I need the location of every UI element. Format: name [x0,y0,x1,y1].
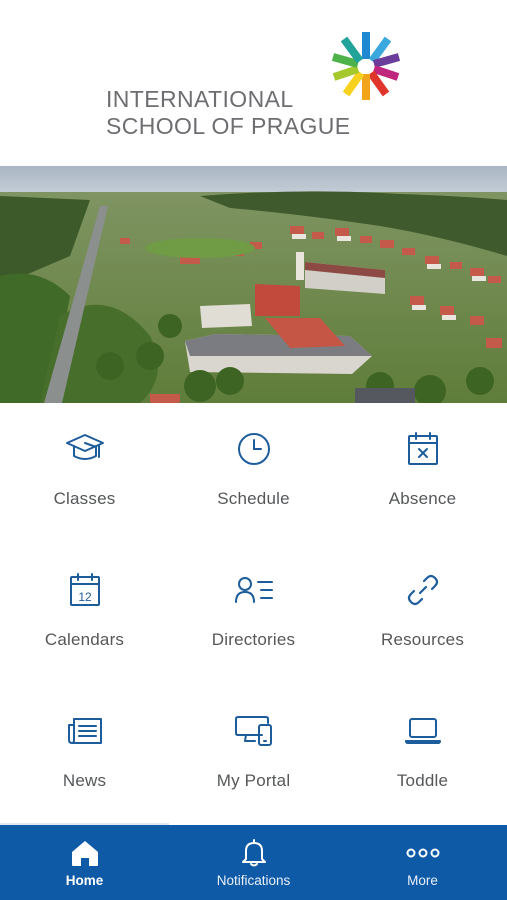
menu-my-portal-label: My Portal [216,771,291,790]
app-screen: INTERNATIONAL SCHOOL OF PRAGUE Classes S… [0,0,507,900]
nav-home-label: Home [65,873,104,888]
link-icon [403,570,443,610]
menu-schedule-label: Schedule [217,489,290,508]
newspaper-icon [65,711,105,751]
nav-more[interactable]: More [338,825,507,900]
menu-toddle-label: Toddle [396,771,449,790]
calendar-12-icon: 12 [65,570,105,610]
laptop-icon [403,711,443,751]
logo-line-1: INTERNATIONAL [106,86,294,112]
menu-calendars-label: Calendars [44,630,125,649]
menu-toddle[interactable]: Toddle [338,685,507,825]
menu-resources[interactable]: Resources [338,544,507,684]
menu-absence[interactable]: Absence [338,403,507,543]
home-icon [70,838,100,868]
clock-icon [234,429,274,469]
menu-calendars[interactable]: 12 Calendars [0,544,169,684]
menu-schedule[interactable]: Schedule [169,403,338,543]
campus-aerial-image [0,166,507,403]
svg-text:12: 12 [78,590,92,604]
nav-home[interactable]: Home [0,825,169,900]
person-list-icon [234,570,274,610]
graduation-cap-icon [65,429,105,469]
school-logo-star-icon [331,32,401,100]
menu-grid: Classes Schedule Absence 12 Calendars Di… [0,403,507,825]
menu-news-label: News [62,771,107,790]
menu-resources-label: Resources [380,630,465,649]
menu-my-portal[interactable]: My Portal [169,685,338,825]
bell-icon [240,838,268,868]
menu-classes[interactable]: Classes [0,403,169,543]
school-logo-text: INTERNATIONAL SCHOOL OF PRAGUE [106,86,351,140]
nav-notifications[interactable]: Notifications [169,825,338,900]
menu-directories[interactable]: Directories [169,544,338,684]
menu-absence-label: Absence [388,489,457,508]
bottom-navigation: Home Notifications More [0,825,507,900]
nav-more-label: More [407,873,438,888]
header: INTERNATIONAL SCHOOL OF PRAGUE [0,0,507,166]
devices-icon [234,711,274,751]
nav-notifications-label: Notifications [216,873,291,888]
menu-directories-label: Directories [211,630,296,649]
logo-line-2: SCHOOL OF PRAGUE [106,113,351,139]
menu-classes-label: Classes [53,489,116,508]
more-dots-icon [406,838,440,868]
calendar-x-icon [403,429,443,469]
menu-news[interactable]: News [0,685,169,825]
